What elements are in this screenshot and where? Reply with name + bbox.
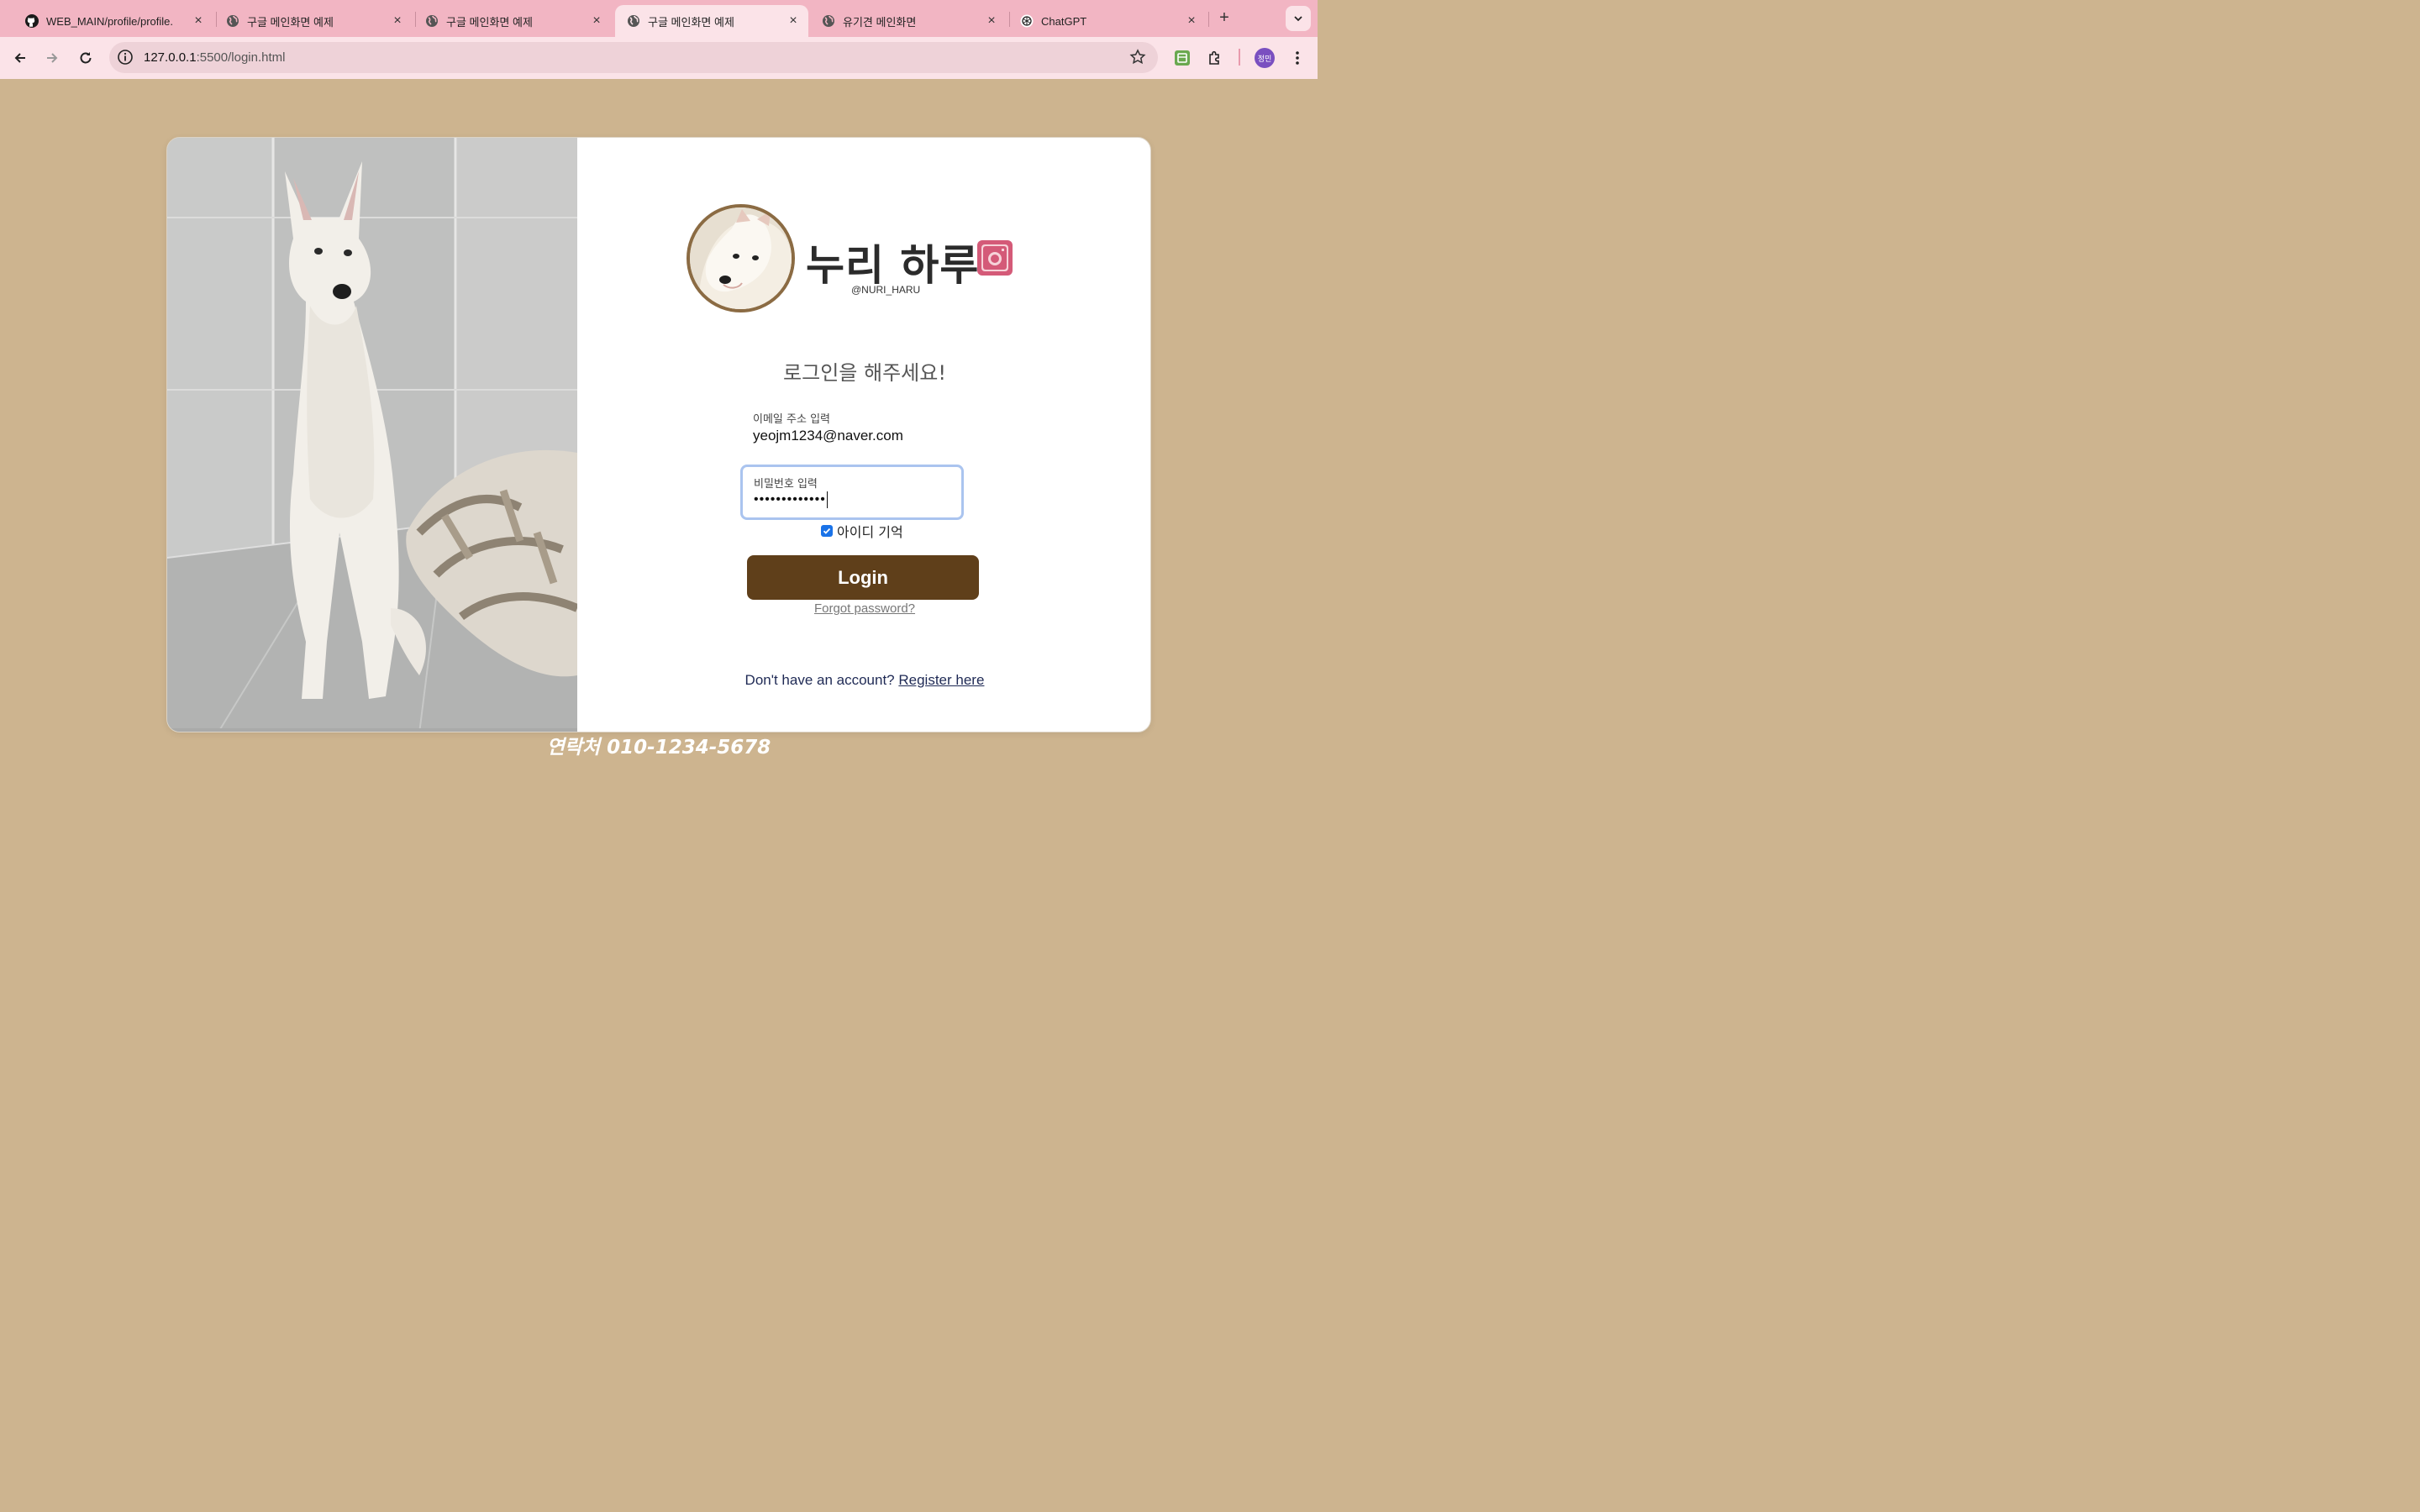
tab-title: ChatGPT — [1041, 14, 1087, 28]
instagram-icon[interactable] — [976, 239, 1014, 277]
email-label: 이메일 주소 입력 — [753, 413, 830, 426]
tab-google-2[interactable]: 구글 메인화면 예제 × — [413, 5, 612, 37]
login-button[interactable]: Login — [747, 555, 979, 600]
close-icon[interactable]: × — [192, 13, 205, 29]
tab-github[interactable]: WEB_MAIN/profile/profile. × — [13, 5, 213, 37]
toolbar-divider — [1239, 49, 1240, 66]
browser-toolbar: 127.0.0.1:5500/login.html 정민 — [0, 37, 1318, 79]
reload-icon — [80, 52, 92, 64]
puzzle-icon — [1209, 50, 1219, 65]
url-text[interactable]: 127.0.0.1:5500/login.html — [144, 50, 285, 65]
site-info-icon[interactable] — [117, 49, 134, 66]
checkmark-icon — [823, 528, 831, 534]
more-vertical-icon — [1296, 51, 1299, 65]
tab-google-1[interactable]: 구글 메인화면 예제 × — [214, 5, 413, 37]
brand-handle: @NURI_HARU — [851, 284, 921, 296]
forward-button[interactable] — [40, 46, 64, 70]
remember-label: 아이디 기억 — [837, 524, 903, 540]
close-icon[interactable]: × — [985, 13, 998, 29]
password-input[interactable]: ••••••••••••• — [754, 491, 828, 508]
text-caret — [826, 491, 828, 508]
remember-checkbox[interactable] — [821, 525, 833, 537]
register-line: Don't have an account? Register here — [577, 672, 1150, 689]
bookmark-star-icon[interactable] — [1129, 49, 1146, 66]
globe-icon — [425, 14, 439, 28]
extension-button[interactable] — [1172, 48, 1192, 68]
address-bar[interactable]: 127.0.0.1:5500/login.html — [109, 42, 1158, 73]
profile-avatar[interactable]: 정민 — [1255, 48, 1275, 68]
tab-title: 구글 메인화면 예제 — [446, 15, 533, 29]
password-mask: ••••••••••••• — [754, 492, 826, 507]
close-icon[interactable]: × — [590, 13, 603, 29]
tab-dog-main[interactable]: 유기견 메인화면 × — [810, 5, 1007, 37]
tab-title: 유기견 메인화면 — [843, 15, 917, 29]
no-account-text: Don't have an account? — [744, 672, 895, 688]
url-path: :5500/login.html — [196, 50, 286, 65]
new-tab-button[interactable]: + — [1213, 8, 1235, 29]
email-input[interactable]: yeojm1234@naver.com — [753, 428, 903, 444]
tab-chatgpt[interactable]: ChatGPT × — [1008, 5, 1207, 37]
chatgpt-icon — [1020, 14, 1034, 28]
globe-icon — [226, 14, 239, 28]
tab-google-3-active[interactable]: 구글 메인화면 예제 × — [615, 5, 808, 37]
profile-photo — [687, 204, 795, 312]
back-button[interactable] — [8, 46, 32, 70]
tab-strip: WEB_MAIN/profile/profile. × 구글 메인화면 예제 ×… — [0, 0, 1318, 37]
tab-title: 구글 메인화면 예제 — [648, 15, 734, 29]
tab-search-button[interactable] — [1286, 6, 1311, 31]
github-icon — [25, 14, 39, 28]
close-icon[interactable]: × — [391, 13, 404, 29]
globe-icon — [822, 14, 835, 28]
tab-title: 구글 메인화면 예제 — [247, 15, 334, 29]
tab-title: WEB_MAIN/profile/profile. — [46, 14, 173, 28]
register-link[interactable]: Register here — [898, 672, 984, 688]
arrow-right-icon — [47, 53, 58, 63]
url-host: 127.0.0.1 — [144, 50, 197, 65]
email-field[interactable]: 이메일 주소 입력 yeojm1234@naver.com — [740, 401, 964, 456]
forgot-password-link[interactable]: Forgot password? — [577, 601, 1150, 616]
globe-icon — [627, 14, 640, 28]
password-label: 비밀번호 입력 — [754, 478, 818, 491]
dog-photo — [167, 138, 577, 732]
remember-id-control[interactable]: 아이디 기억 — [821, 521, 903, 541]
close-icon[interactable]: × — [1185, 13, 1198, 29]
tab-separator — [1208, 12, 1209, 27]
browser-menu-button[interactable] — [1288, 48, 1307, 68]
chevron-down-icon — [1294, 16, 1302, 22]
password-field[interactable]: 비밀번호 입력 ••••••••••••• — [740, 465, 964, 520]
reload-button[interactable] — [74, 46, 97, 70]
login-panel: 누리 하루 @NURI_HARU 로그인을 해주세요! 이메일 주소 입력 ye… — [577, 138, 1150, 732]
contact-info: 연락처 010-1234-5678 — [546, 737, 771, 759]
arrow-left-icon — [14, 53, 25, 63]
extensions-button[interactable] — [1205, 48, 1225, 68]
login-heading: 로그인을 해주세요! — [783, 361, 946, 385]
login-card: 누리 하루 @NURI_HARU 로그인을 해주세요! 이메일 주소 입력 ye… — [166, 137, 1151, 732]
extension-app-icon — [1175, 50, 1190, 66]
close-icon[interactable]: × — [786, 13, 800, 29]
